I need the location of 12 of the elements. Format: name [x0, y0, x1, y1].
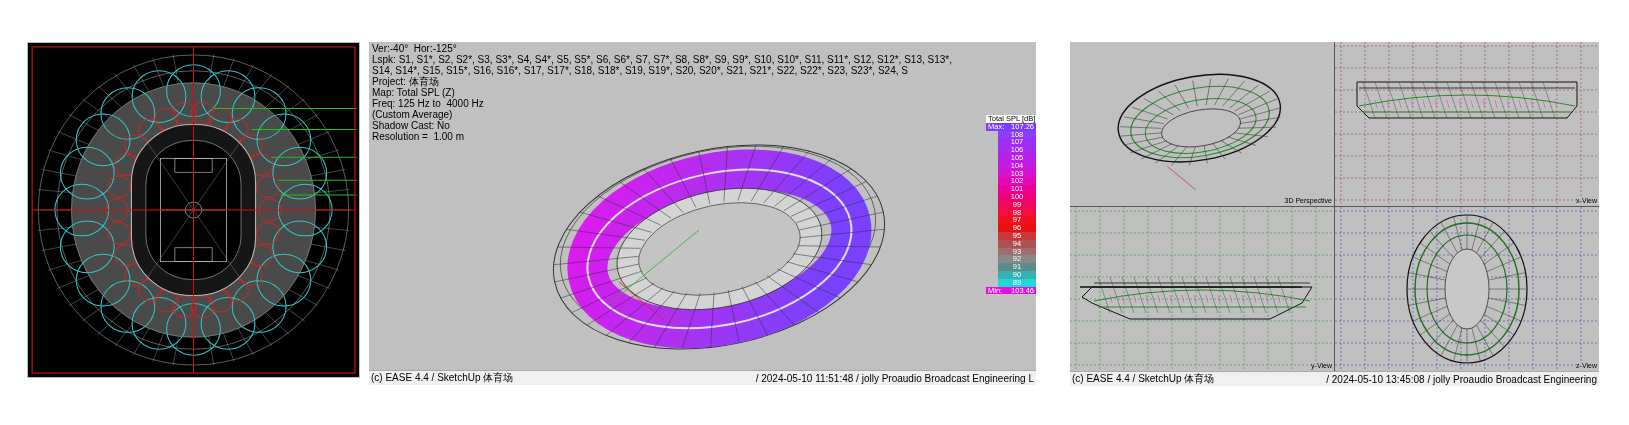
- info-line: Map: Total SPL (Z): [372, 87, 456, 98]
- copyright-text: (c) EASE 4.4 / SketchUp 体育场: [1072, 372, 1215, 386]
- info-line: Ver:-40° Hor:-125°: [372, 43, 458, 54]
- info-line: (Custom Average): [372, 109, 454, 120]
- info-line: Project: 体育场: [372, 76, 439, 87]
- info-line: Freq: 125 Hz to 4000 Hz: [372, 98, 485, 109]
- timestamp-text: / 2024-05-10 13:45:08 / jolly Proaudio Broadcast Engineering: [1326, 373, 1597, 385]
- info-line: Shadow Cast: No: [372, 120, 450, 131]
- info-line: Resolution = 1.00 m: [372, 131, 465, 142]
- timestamp-text: / 2024-05-10 11:51:48 / jolly Proaudio Broadcast Engineering L: [755, 372, 1034, 384]
- info-line: Lspk: S1, S1*, S2, S2*, S3, S3*, S4, S4*, S5, S5*, S6, S6*, S7, S7*, S8, S8*, S9, S9*, S10, S10*, S11, S11*, S12, S12*, S13, S13*, S14, S14*, S15, S15*, S16, S16*, S17, S17*, S18, S18*, S19, S19*, S20, S20*, S21, S21*, S22, S22*, S23, S23*, S24, S: [372, 54, 953, 76]
- copyright-text: (c) EASE 4.4 / SketchUp 体育场: [371, 371, 514, 385]
